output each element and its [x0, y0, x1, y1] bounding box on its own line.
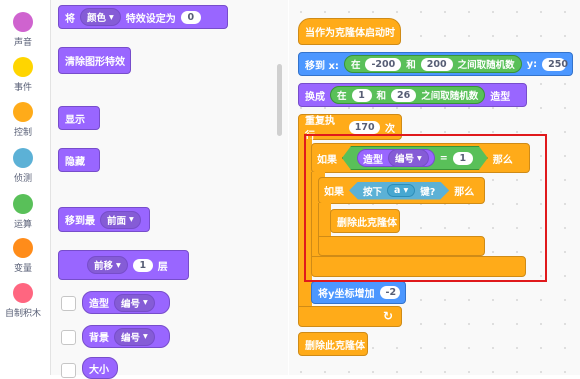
- clear-effects-block[interactable]: 清除图形特效: [58, 47, 131, 74]
- size-reporter[interactable]: 大小: [82, 357, 118, 379]
- random-x-and-label: 和: [406, 60, 416, 71]
- costume-reporter-label: 造型: [89, 299, 109, 310]
- palette-scrollbar[interactable]: [277, 64, 282, 136]
- costume-checkbox[interactable]: [61, 296, 76, 311]
- set-effect-prefix: 将: [65, 13, 75, 25]
- backdrop-checkbox[interactable]: [61, 330, 76, 345]
- hide-label: 隐藏: [65, 156, 85, 168]
- size-checkbox[interactable]: [61, 363, 76, 378]
- direction-dropdown[interactable]: 前移 ▾: [87, 256, 128, 274]
- category-color-icon: [13, 12, 33, 32]
- chevron-down-icon: ▾: [116, 259, 121, 271]
- switch-costume-block[interactable]: 换成 在 1 和 26 之间取随机数 造型: [298, 83, 527, 107]
- layer-dropdown-value: 前面: [107, 215, 127, 227]
- y-value-input[interactable]: 250: [542, 57, 568, 71]
- highlight-box: [304, 134, 547, 282]
- go-to-y-label: y:: [526, 58, 538, 70]
- category-color-icon: [13, 57, 33, 77]
- delete-clone-final-block[interactable]: 删除此克隆体: [298, 332, 368, 356]
- hat-label: 当作为克隆体启动时: [305, 28, 395, 39]
- category-color-icon: [13, 283, 33, 303]
- category-label: 声音: [13, 38, 32, 48]
- change-y-label: 将y坐标增加: [318, 289, 375, 300]
- delete-final-label: 删除此克隆体: [305, 340, 365, 352]
- when-clone-starts-hat[interactable]: 当作为克隆体启动时: [298, 18, 401, 45]
- go-to-xy-block[interactable]: 移到 x: 在 -200 和 200 之间取随机数 y: 250: [298, 52, 573, 76]
- move-layers-suffix: 层: [157, 261, 168, 273]
- random-costume-and-label: 和: [376, 91, 387, 102]
- backdrop-option-dropdown[interactable]: 编号 ▾: [114, 327, 155, 346]
- random-costume-in-label: 在: [337, 91, 347, 102]
- go-to-x-label: 移到 x:: [305, 60, 339, 72]
- change-y-block[interactable]: 将y坐标增加 -2: [311, 281, 406, 304]
- backdrop-option-value: 编号: [121, 332, 141, 344]
- clear-effects-label: 清除图形特效: [65, 57, 125, 68]
- hide-block[interactable]: 隐藏: [58, 148, 100, 172]
- layer-dropdown[interactable]: 前面 ▾: [100, 210, 141, 229]
- random-x-in-label: 在: [350, 60, 361, 71]
- direction-dropdown-value: 前移: [94, 261, 114, 272]
- category-label: 事件: [13, 83, 32, 93]
- random-x-min[interactable]: -200: [365, 57, 402, 71]
- repeat-count-input[interactable]: 170: [348, 120, 380, 134]
- category-label: 运算: [13, 220, 32, 230]
- chevron-down-icon: ▾: [129, 214, 134, 225]
- costume-reporter[interactable]: 造型 编号 ▾: [82, 291, 170, 314]
- category-color-icon: [13, 194, 33, 214]
- category-color-icon: [13, 148, 33, 168]
- category-5[interactable]: 变量: [0, 238, 46, 274]
- category-color-icon: [13, 238, 33, 258]
- random-costume-reporter[interactable]: 在 1 和 26 之间取随机数: [330, 86, 486, 104]
- go-to-layer-block[interactable]: 移到最 前面 ▾: [58, 207, 150, 232]
- category-2[interactable]: 控制: [0, 102, 46, 138]
- random-x-suffix: 之间取随机数: [457, 60, 515, 71]
- random-costume-max[interactable]: 26: [391, 88, 417, 102]
- chevron-down-icon: ▾: [109, 11, 114, 23]
- go-to-layer-prefix: 移到最: [65, 216, 95, 227]
- chevron-down-icon: ▾: [143, 297, 148, 308]
- effect-dropdown-value: 颜色: [87, 13, 107, 24]
- category-3[interactable]: 侦测: [0, 148, 46, 184]
- effect-dropdown[interactable]: 颜色 ▾: [80, 8, 121, 26]
- backdrop-reporter[interactable]: 背景 编号 ▾: [82, 325, 170, 348]
- show-block[interactable]: 显示: [58, 106, 100, 130]
- random-costume-suffix: 之间取随机数: [421, 91, 479, 102]
- random-x-reporter[interactable]: 在 -200 和 200 之间取随机数: [343, 55, 522, 73]
- size-reporter-label: 大小: [89, 364, 109, 376]
- change-y-input[interactable]: -2: [379, 286, 400, 299]
- random-x-max[interactable]: 200: [420, 57, 453, 71]
- category-4[interactable]: 运算: [0, 194, 46, 230]
- costume-option-dropdown[interactable]: 编号 ▾: [114, 293, 155, 312]
- category-color-icon: [13, 102, 33, 122]
- repeat-arrow-icon: ↻: [382, 309, 393, 323]
- switch-costume-suffix: 造型: [490, 91, 511, 103]
- layer-count-input[interactable]: 1: [132, 258, 153, 272]
- backdrop-reporter-label: 背景: [89, 333, 109, 344]
- category-0[interactable]: 声音: [0, 12, 46, 48]
- category-label: 控制: [13, 128, 32, 138]
- category-label: 侦测: [13, 174, 32, 184]
- category-1[interactable]: 事件: [0, 57, 46, 93]
- set-effect-block[interactable]: 将 颜色 ▾ 特效设定为 0: [58, 5, 228, 29]
- category-6[interactable]: 自制积木: [0, 283, 46, 319]
- category-label: 变量: [13, 264, 32, 274]
- chevron-down-icon: ▾: [143, 331, 148, 342]
- show-label: 显示: [65, 114, 85, 126]
- move-layers-block[interactable]: 前移 ▾ 1 层: [58, 250, 189, 280]
- effect-value-input[interactable]: 0: [180, 10, 201, 24]
- switch-costume-prefix: 换成: [305, 91, 325, 103]
- repeat-footer: ↻: [298, 306, 402, 327]
- repeat-suffix: 次: [385, 123, 395, 135]
- costume-option-value: 编号: [121, 298, 141, 310]
- random-costume-min[interactable]: 1: [351, 88, 372, 102]
- category-label: 自制积木: [4, 309, 41, 319]
- set-effect-mid: 特效设定为: [125, 13, 176, 25]
